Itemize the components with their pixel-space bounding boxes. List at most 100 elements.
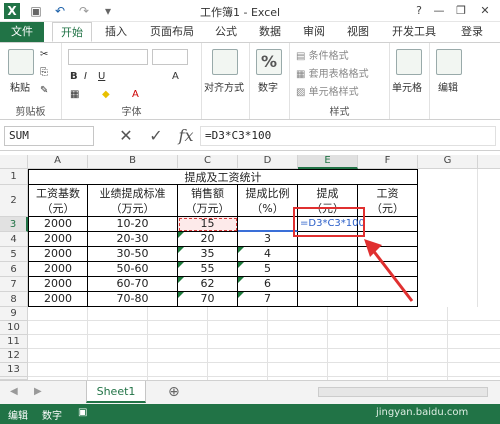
cell-b7[interactable]: 60-70 [88,277,178,292]
cell-a8[interactable]: 2000 [28,292,88,307]
row-header[interactable]: 9 [0,307,28,321]
table-title[interactable]: 提成及工资统计 [28,169,418,185]
cell-b3[interactable]: 10-20 [88,217,178,232]
fill-color-icon[interactable]: ◆ [102,89,110,100]
cell-c4[interactable]: 20 [178,232,238,247]
redo-icon[interactable]: ↷ [76,3,92,19]
cell-c6[interactable]: 55 [178,262,238,277]
restore-button[interactable]: ❐ [452,2,470,20]
cut-icon[interactable]: ✂ [40,49,48,60]
cell-style-button[interactable]: ▨ 单元格样式 [296,83,359,98]
column-header-c[interactable]: C [178,155,238,169]
cell-b6[interactable]: 50-60 [88,262,178,277]
cell-a3[interactable]: 2000 [28,217,88,232]
add-sheet-button[interactable]: ⊕ [168,384,180,400]
column-header-f[interactable]: F [358,155,418,169]
row-header[interactable]: 4 [0,232,28,247]
row-header[interactable]: 12 [0,349,28,363]
row-header[interactable]: 5 [0,247,28,262]
cell-d3[interactable] [238,217,298,232]
paste-icon[interactable] [8,49,34,75]
border-icon[interactable]: ▦ [70,89,79,100]
column-header-b[interactable]: B [88,155,178,169]
cell-a7[interactable]: 2000 [28,277,88,292]
table-format-button[interactable]: ▦ 套用表格格式 [296,65,369,80]
horizontal-scrollbar[interactable] [318,387,488,397]
cell-c7[interactable]: 62 [178,277,238,292]
cell-e7[interactable] [298,277,358,292]
column-header-e[interactable]: E [298,155,358,169]
header-commission-standard[interactable]: 业绩提成标准 （万元） [88,185,178,217]
row-header[interactable]: 7 [0,277,28,292]
row-header[interactable]: 2 [0,185,28,217]
cell-b8[interactable]: 70-80 [88,292,178,307]
row-header[interactable]: 11 [0,335,28,349]
row-header[interactable]: 3 [0,217,28,232]
header-base-salary[interactable]: 工资基数 （元） [28,185,88,217]
conditional-format-button[interactable]: ▤ 条件格式 [296,47,349,62]
select-all-corner[interactable] [0,155,28,169]
column-header-d[interactable]: D [238,155,298,169]
editing-icon[interactable] [436,49,462,75]
tab-home[interactable]: 开始 [52,22,92,42]
cell-a6[interactable]: 2000 [28,262,88,277]
format-painter-icon[interactable]: ✎ [40,85,48,96]
cell-d8[interactable]: 7 [238,292,298,307]
tab-review[interactable]: 审阅 [296,22,332,42]
cancel-icon[interactable]: ✕ [116,126,136,146]
cell-b4[interactable]: 20-30 [88,232,178,247]
italic-icon[interactable]: I [84,71,87,82]
tab-data[interactable]: 数据 [252,22,288,42]
cell-d6[interactable]: 5 [238,262,298,277]
cell-c3[interactable]: 15 [178,217,238,232]
cell-e8[interactable] [298,292,358,307]
font-name-dropdown[interactable] [68,49,148,65]
column-header-g[interactable]: G [418,155,478,169]
alignment-icon[interactable] [212,49,238,75]
font-color-icon[interactable]: A [132,89,139,100]
undo-icon[interactable]: ↶ [52,3,68,19]
font-grow-icon[interactable]: A [172,71,179,82]
help-button[interactable]: ? [410,2,428,20]
cell-b5[interactable]: 30-50 [88,247,178,262]
customize-qat-icon[interactable]: ▾ [100,3,116,19]
underline-icon[interactable]: U [98,71,105,82]
login-link[interactable]: 登录 [452,22,492,42]
tab-file[interactable]: 文件 [0,22,44,42]
close-button[interactable]: ✕ [476,2,494,20]
tab-formulas[interactable]: 公式 [208,22,244,42]
cell-c5[interactable]: 35 [178,247,238,262]
cell-d7[interactable]: 6 [238,277,298,292]
row-header[interactable]: 6 [0,262,28,277]
minimize-button[interactable]: — [430,2,448,20]
tab-insert[interactable]: 插入 [98,22,134,42]
cell-c8[interactable]: 70 [178,292,238,307]
enter-icon[interactable]: ✓ [146,126,166,146]
header-salary[interactable]: 工资 （元） [358,185,418,217]
column-header-a[interactable]: A [28,155,88,169]
name-box[interactable]: SUM [4,126,94,146]
header-sales[interactable]: 销售额 （万元） [178,185,238,217]
cell-e5[interactable] [298,247,358,262]
row-header[interactable]: 8 [0,292,28,307]
copy-icon[interactable]: ⎘ [40,67,48,78]
cell-d5[interactable]: 4 [238,247,298,262]
tab-view[interactable]: 视图 [340,22,376,42]
worksheet-grid[interactable]: A B C D E F G 1 2 3 4 5 6 7 8 9 10 11 12… [0,155,500,380]
cell-d4[interactable]: 3 [238,232,298,247]
header-commission-rate[interactable]: 提成比例 （%） [238,185,298,217]
row-header[interactable]: 10 [0,321,28,335]
row-header[interactable]: 1 [0,169,28,185]
bold-icon[interactable]: B [70,71,78,82]
scroll-right-icon[interactable]: ▶ [34,386,42,397]
sheet-tab-sheet1[interactable]: Sheet1 [86,381,146,403]
formula-input[interactable]: =D3*C3*100 [200,126,496,146]
cell-e6[interactable] [298,262,358,277]
scroll-left-icon[interactable]: ◀ [10,386,18,397]
tab-page-layout[interactable]: 页面布局 [142,22,202,42]
insert-function-icon[interactable]: fx [176,126,196,146]
cell-f3[interactable] [358,217,418,232]
tab-developer[interactable]: 开发工具 [384,22,444,42]
font-size-dropdown[interactable] [152,49,188,65]
percent-icon[interactable]: % [256,49,282,75]
